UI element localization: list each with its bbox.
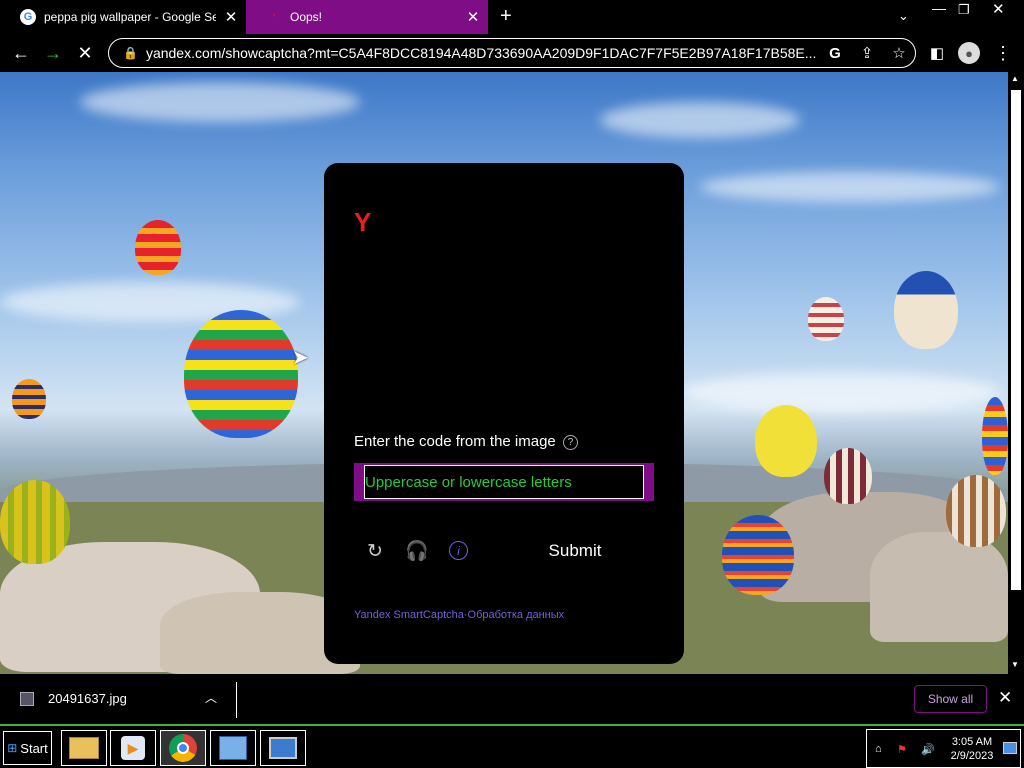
lock-icon[interactable]: 🔒 — [123, 46, 138, 60]
scrollbar-thumb[interactable] — [1011, 90, 1021, 590]
forward-button[interactable]: → — [38, 34, 68, 72]
address-bar[interactable]: 🔒 yandex.com/showcaptcha?mt=C5A4F8DCC819… — [108, 38, 916, 68]
close-window-button[interactable]: ✕ — [992, 0, 1005, 18]
yandex-logo: Y — [354, 207, 372, 237]
volume-icon[interactable]: 🔊 — [921, 743, 935, 756]
close-download-bar-icon[interactable]: ✕ — [998, 688, 1012, 708]
data-processing-link[interactable]: Обработка данных — [468, 609, 565, 621]
start-label: Start — [20, 740, 48, 756]
captcha-card: Y Enter the code from the image ? ↻ 🎧 i … — [324, 163, 684, 664]
divider — [236, 682, 237, 718]
start-button[interactable]: ⊞ Start — [3, 731, 52, 765]
share-icon[interactable]: ⇪ — [851, 44, 883, 62]
google-icon: G — [20, 9, 36, 25]
captcha-footer: Yandex SmartCaptcha·Обработка данных — [354, 609, 564, 621]
windows-logo-icon: ⊞ — [7, 741, 18, 755]
mouse-cursor-icon: ➤ — [292, 347, 309, 369]
tab-bar: G peppa pig wallpaper - Google Searc ✕ ʼ… — [0, 0, 1024, 34]
media-player-icon[interactable]: ▶ — [110, 730, 156, 766]
remote-desktop-icon[interactable] — [260, 730, 306, 766]
captcha-code-input[interactable] — [364, 465, 644, 499]
download-bar: 20491637.jpg ︿ Show all ✕ — [0, 674, 1024, 724]
minimize-button[interactable]: — — [932, 0, 946, 16]
menu-kebab-icon[interactable]: ⋮ — [988, 34, 1018, 72]
clock-time: 3:05 AM — [951, 736, 993, 748]
chevron-up-icon[interactable]: ︿ — [205, 689, 217, 706]
download-item[interactable]: 20491637.jpg — [20, 691, 127, 706]
action-center-flag-icon[interactable]: ⚑ — [897, 743, 911, 756]
scroll-down-icon[interactable]: ▼ — [1011, 660, 1019, 669]
close-tab-icon[interactable]: ✕ — [216, 8, 246, 26]
tab-title: peppa pig wallpaper - Google Searc — [44, 10, 216, 24]
browser-toolbar: ← → ✕ 🔒 yandex.com/showcaptcha?mt=C5A4F8… — [0, 34, 1024, 72]
help-icon[interactable]: ? — [563, 435, 578, 450]
show-desktop-icon[interactable] — [1003, 742, 1017, 754]
side-panel-icon[interactable]: ◧ — [922, 34, 952, 72]
clock[interactable]: 3:05 AM 2/9/2023 — [947, 735, 997, 763]
close-tab-icon[interactable]: ✕ — [458, 8, 488, 26]
tab-title: Oops! — [290, 10, 323, 24]
download-filename: 20491637.jpg — [48, 691, 127, 706]
stop-loading-button[interactable]: ✕ — [70, 34, 100, 72]
captcha-input-wrapper — [354, 463, 654, 501]
captcha-image — [354, 253, 654, 423]
tab-oops[interactable]: ʼ Oops! ✕ — [246, 0, 488, 34]
captcha-prompt: Enter the code from the image — [354, 433, 556, 450]
system-tray: ⌂ ⚑ 🔊 3:05 AM 2/9/2023 — [866, 729, 1021, 768]
yandex-icon: ʼ — [272, 12, 276, 22]
network-icon[interactable]: ⌂ — [875, 743, 889, 756]
url-text: yandex.com/showcaptcha?mt=C5A4F8DCC8194A… — [145, 45, 817, 61]
refresh-icon[interactable]: ↻ — [363, 539, 387, 563]
taskbar: ⊞ Start ▶ ⌂ ⚑ 🔊 3:05 AM 2/9/2023 — [0, 724, 1024, 768]
new-tab-button[interactable]: + — [500, 5, 512, 28]
scroll-up-icon[interactable]: ▲ — [1011, 74, 1019, 83]
profile-avatar-icon[interactable]: ● — [954, 34, 984, 72]
submit-button[interactable]: Submit — [530, 535, 620, 567]
bookmark-star-icon[interactable]: ☆ — [883, 44, 915, 62]
tab-google-search[interactable]: G peppa pig wallpaper - Google Searc ✕ — [0, 0, 246, 34]
image-file-icon — [20, 691, 34, 706]
file-explorer-icon[interactable] — [61, 730, 107, 766]
show-all-button[interactable]: Show all — [914, 685, 987, 713]
headphones-icon[interactable]: 🎧 — [405, 539, 429, 563]
info-icon[interactable]: i — [449, 541, 468, 560]
back-button[interactable]: ← — [6, 34, 36, 72]
tab-search-icon[interactable]: ⌄ — [898, 8, 909, 24]
restore-button[interactable]: ❐ — [958, 2, 970, 18]
smartcaptcha-link[interactable]: Yandex SmartCaptcha — [354, 609, 464, 621]
clock-date: 2/9/2023 — [950, 750, 994, 762]
control-panel-icon[interactable] — [210, 730, 256, 766]
chrome-icon[interactable] — [160, 730, 206, 766]
google-lens-icon[interactable]: G — [819, 45, 851, 62]
